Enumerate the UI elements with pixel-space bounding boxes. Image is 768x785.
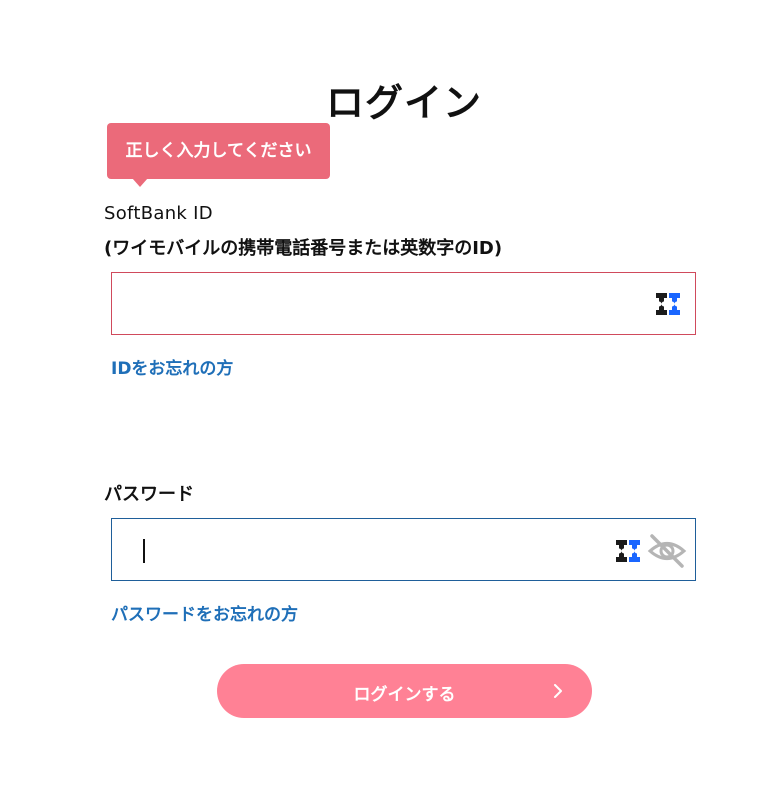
login-page: ログイン 正しく入力してください SoftBank ID (ワイモバイルの携帯電… — [0, 0, 768, 785]
password-manager-icon[interactable] — [656, 293, 680, 315]
page-title: ログイン — [325, 81, 482, 125]
chevron-right-icon — [554, 684, 562, 698]
login-button[interactable]: ログインする — [217, 664, 592, 718]
password-label: パスワード — [104, 484, 194, 505]
password-manager-icon[interactable] — [616, 540, 640, 562]
id-input[interactable] — [136, 273, 606, 334]
password-input[interactable] — [136, 519, 606, 580]
eye-slash-icon[interactable] — [647, 533, 687, 569]
forgot-password-link[interactable]: パスワードをお忘れの方 — [111, 600, 298, 625]
softbank-id-label: SoftBank ID — [104, 203, 213, 224]
error-tooltip-arrow — [132, 178, 148, 187]
id-field[interactable] — [111, 272, 696, 335]
forgot-id-link[interactable]: IDをお忘れの方 — [111, 354, 233, 379]
error-tooltip: 正しく入力してください — [107, 123, 330, 179]
password-field[interactable] — [111, 518, 696, 581]
login-button-label: ログインする — [353, 685, 456, 705]
text-caret — [143, 539, 145, 563]
softbank-id-sub-label: (ワイモバイルの携帯電話番号または英数字のID) — [104, 238, 503, 259]
